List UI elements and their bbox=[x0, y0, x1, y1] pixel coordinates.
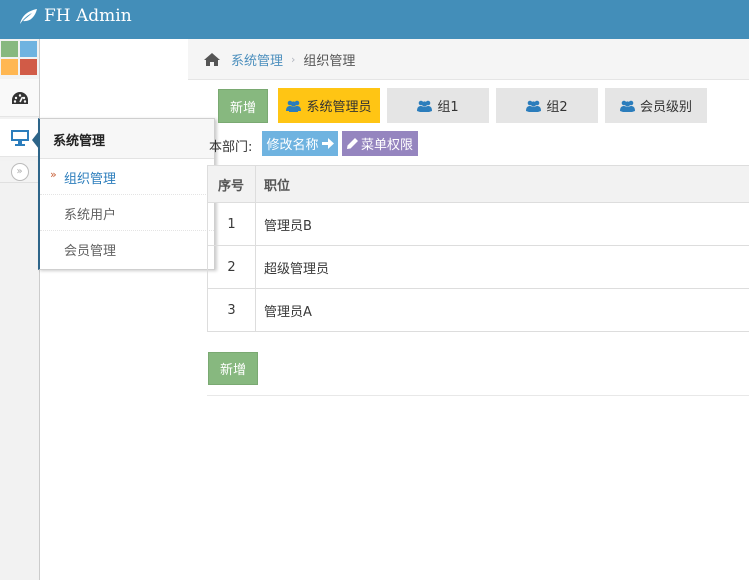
users-icon bbox=[619, 100, 635, 112]
brand-text: FH Admin bbox=[44, 6, 132, 26]
brand[interactable]: FH Admin bbox=[18, 6, 132, 26]
shortcut-orange[interactable] bbox=[1, 59, 18, 75]
users-icon bbox=[526, 100, 542, 112]
sidebar-submenu: 系统管理 » 组织管理 系统用户 会员管理 bbox=[38, 118, 215, 270]
cell-position: 管理员A bbox=[255, 288, 749, 332]
menu-permission-button[interactable]: 菜单权限 bbox=[342, 131, 418, 156]
breadcrumb-separator: › bbox=[291, 52, 296, 66]
dashboard-icon bbox=[11, 91, 28, 104]
sidebar-item-dashboard[interactable] bbox=[0, 79, 39, 117]
shortcut-blue[interactable] bbox=[20, 41, 37, 57]
breadcrumb-current: 组织管理 bbox=[303, 53, 356, 69]
submenu-item-org[interactable]: » 组织管理 bbox=[40, 159, 214, 195]
users-icon bbox=[286, 100, 302, 112]
add-position-button[interactable]: 新增 bbox=[208, 352, 258, 385]
rename-button[interactable]: 修改名称 bbox=[262, 131, 338, 156]
arrow-right-icon bbox=[321, 138, 334, 149]
table-row[interactable]: 1 管理员B bbox=[207, 202, 749, 246]
cell-position: 管理员B bbox=[255, 202, 749, 246]
breadcrumb: 系统管理 › 组织管理 bbox=[188, 39, 749, 80]
shortcut-green[interactable] bbox=[1, 41, 18, 57]
group-tab-label: 组2 bbox=[546, 100, 568, 115]
cell-seq: 3 bbox=[207, 288, 256, 332]
double-angle-right-icon: » bbox=[50, 168, 57, 181]
group-tab-1[interactable]: 组1 bbox=[387, 88, 489, 123]
add-button[interactable]: 新增 bbox=[218, 89, 268, 123]
column-header-position: 职位 bbox=[255, 165, 749, 203]
submenu-item-label: 系统用户 bbox=[64, 208, 117, 223]
top-navbar: FH Admin bbox=[0, 0, 749, 39]
cell-seq: 2 bbox=[207, 245, 256, 289]
group-tab-label: 组1 bbox=[437, 100, 459, 115]
submenu-title: 系统管理 bbox=[40, 119, 214, 159]
divider bbox=[207, 395, 749, 396]
users-icon bbox=[417, 100, 433, 112]
add-button-label: 新增 bbox=[229, 100, 256, 116]
submenu-item-users[interactable]: 系统用户 bbox=[40, 195, 214, 231]
rename-button-label: 修改名称 bbox=[266, 138, 319, 153]
desktop-icon bbox=[10, 130, 29, 146]
home-icon[interactable] bbox=[203, 52, 221, 67]
group-tab-label: 会员级别 bbox=[639, 100, 692, 115]
group-tab-2[interactable]: 组2 bbox=[496, 88, 598, 123]
group-tab-label: 系统管理员 bbox=[306, 100, 372, 115]
table-row[interactable]: 2 超级管理员 bbox=[207, 245, 749, 289]
table-header-row: 序号 职位 bbox=[207, 165, 749, 203]
shortcut-red[interactable] bbox=[20, 59, 37, 75]
add-position-label: 新增 bbox=[219, 363, 246, 378]
table-row[interactable]: 3 管理员A bbox=[207, 288, 749, 332]
menu-permission-label: 菜单权限 bbox=[360, 138, 413, 153]
double-chevron-right-icon: » bbox=[10, 162, 29, 181]
cell-seq: 1 bbox=[207, 202, 256, 246]
position-table: 序号 职位 1 管理员B 2 超级管理员 3 管理员A bbox=[207, 165, 749, 332]
cell-position: 超级管理员 bbox=[255, 245, 749, 289]
column-header-seq: 序号 bbox=[207, 165, 256, 203]
submenu-item-members[interactable]: 会员管理 bbox=[40, 231, 214, 267]
pencil-icon bbox=[346, 138, 358, 149]
submenu-item-label: 组织管理 bbox=[64, 172, 117, 187]
submenu-item-label: 会员管理 bbox=[64, 244, 117, 259]
breadcrumb-parent[interactable]: 系统管理 bbox=[231, 50, 283, 69]
sidebar-collapse[interactable]: » bbox=[0, 161, 39, 183]
sidebar: » bbox=[0, 39, 40, 580]
leaf-icon bbox=[20, 8, 37, 24]
sidebar-shortcuts bbox=[0, 39, 38, 79]
group-tab-admin[interactable]: 系统管理员 bbox=[278, 88, 380, 123]
dept-label: 本部门: bbox=[209, 140, 253, 155]
group-tab-member-level[interactable]: 会员级别 bbox=[605, 88, 707, 123]
